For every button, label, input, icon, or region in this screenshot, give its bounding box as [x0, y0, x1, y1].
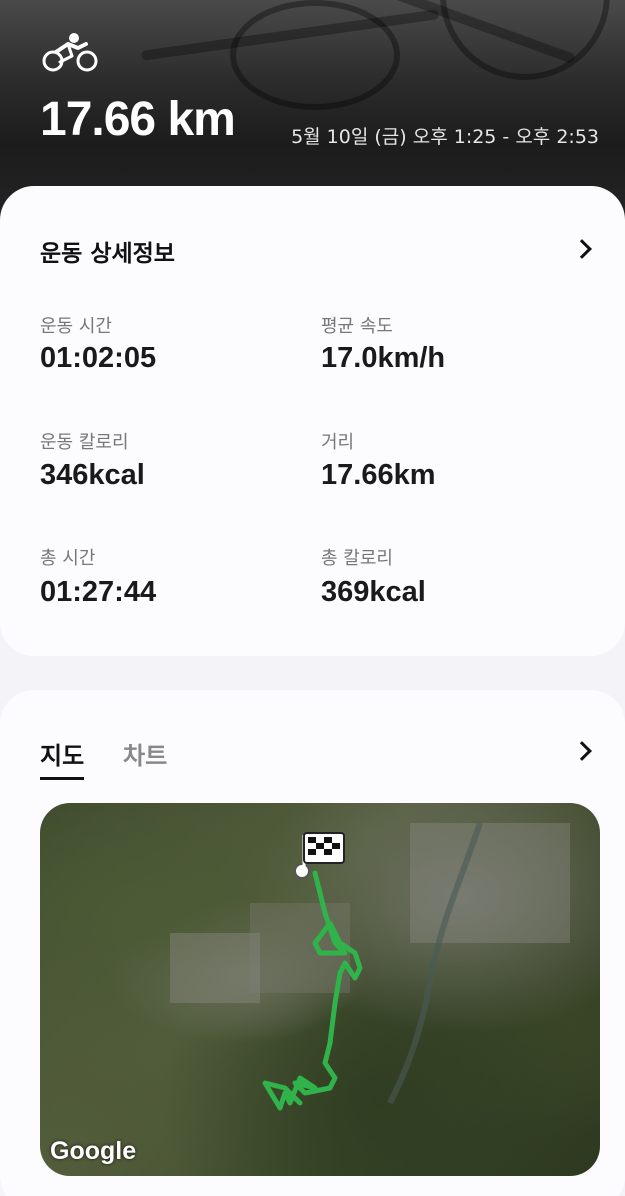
finish-flag-icon [302, 832, 345, 867]
map-urban-area [170, 933, 260, 1003]
stat-label-distance: 거리 [321, 432, 355, 453]
route-start-marker [294, 863, 310, 879]
stat-value-total-time: 01:27:44 [40, 576, 157, 608]
stat-value-total-calories: 369kcal [321, 576, 426, 608]
stat-value-workout-calories: 346kcal [40, 459, 145, 491]
stat-label-workout-calories: 운동 칼로리 [40, 432, 129, 453]
map-urban-area [410, 823, 570, 943]
stat-value-distance: 17.66km [321, 459, 436, 491]
map-urban-area [250, 903, 350, 993]
map-card: 지도 차트 Google [0, 690, 625, 1196]
details-chevron-right-icon[interactable] [572, 239, 592, 259]
workout-details-card: 운동 상세정보 운동 시간 01:02:05 평균 속도 17.0km/h 운동… [0, 186, 625, 656]
total-distance: 17.66 km [40, 93, 236, 146]
background-photo-wheel [230, 0, 400, 110]
map-chevron-right-icon[interactable] [572, 741, 592, 761]
stat-label-total-time: 총 시간 [40, 548, 96, 569]
stat-label-workout-time: 운동 시간 [40, 316, 112, 337]
route-map[interactable]: Google [40, 803, 600, 1176]
stat-value-workout-time: 01:02:05 [40, 342, 157, 374]
workout-datetime: 5월 10일 (금) 오후 1:25 - 오후 2:53 [291, 126, 599, 148]
stat-label-avg-speed: 평균 속도 [321, 316, 393, 337]
google-attribution-logo: Google [50, 1137, 137, 1165]
route-overlay [170, 822, 570, 1111]
tab-chart[interactable]: 차트 [123, 736, 167, 771]
details-title: 운동 상세정보 [40, 241, 175, 267]
tab-map[interactable]: 지도 [40, 736, 85, 780]
cycling-icon [42, 33, 98, 72]
stat-value-avg-speed: 17.0km/h [321, 342, 446, 374]
stat-label-total-calories: 총 칼로리 [321, 548, 393, 569]
